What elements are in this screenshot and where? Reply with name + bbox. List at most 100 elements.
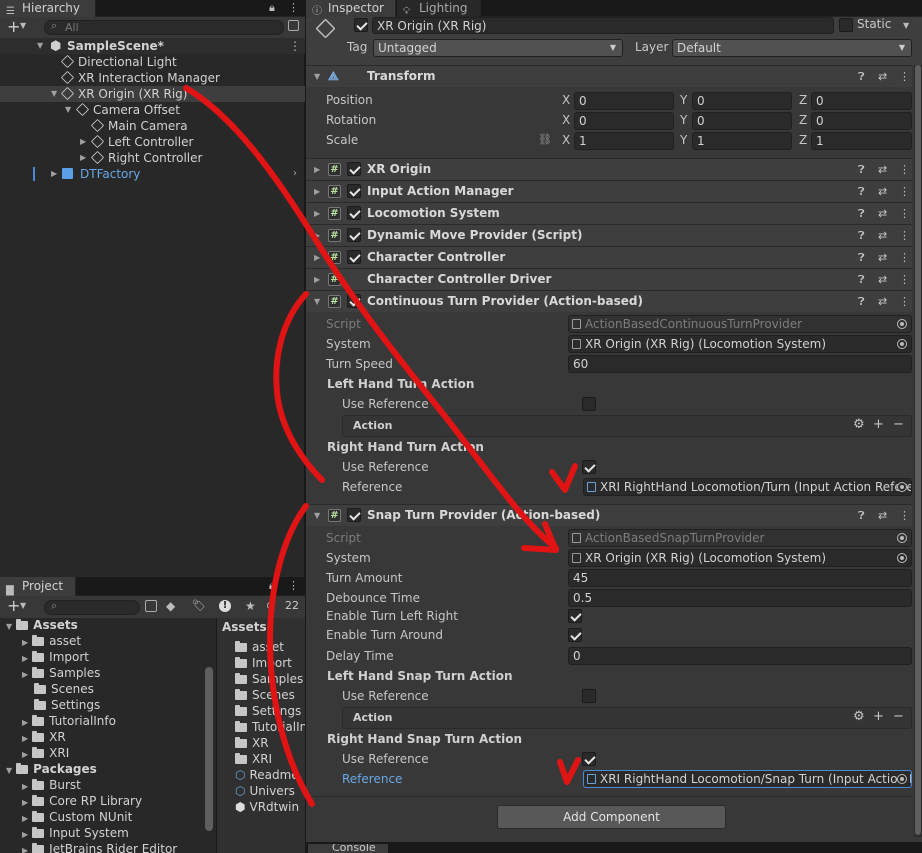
- layer-dropdown[interactable]: Default ▼: [672, 39, 912, 57]
- snap-left-use-reference-checkbox[interactable]: [582, 689, 596, 703]
- right-use-reference-checkbox[interactable]: [582, 460, 596, 474]
- static-checkbox[interactable]: [839, 18, 853, 32]
- fold-closed-icon[interactable]: ▶: [314, 247, 320, 268]
- component-menu-icon[interactable]: ⋮: [899, 247, 910, 268]
- component-menu-icon[interactable]: ⋮: [899, 66, 910, 87]
- tab-project[interactable]: ▇ Project: [0, 577, 76, 596]
- project-tree-item[interactable]: ▶ Core RP Library: [22, 793, 142, 809]
- help-icon[interactable]: ❓︎: [858, 291, 865, 312]
- gear-icon[interactable]: ⚙: [853, 417, 865, 432]
- scale-x-field[interactable]: 1: [574, 132, 674, 150]
- project-tree-item[interactable]: ▶ Burst: [22, 777, 81, 793]
- presets-icon[interactable]: ⇄: [878, 225, 887, 246]
- project-grid-item[interactable]: XR: [235, 735, 269, 751]
- rotation-y-field[interactable]: 0: [692, 112, 792, 130]
- transform-header[interactable]: ▼ ⟁ Transform ❓︎ ⇄ ⋮: [306, 65, 912, 87]
- project-tree-root[interactable]: ▼ Packages: [6, 761, 97, 777]
- rotation-z-field[interactable]: 0: [811, 112, 912, 130]
- snap-right-use-reference-checkbox[interactable]: [582, 752, 596, 766]
- help-icon[interactable]: ❓︎: [858, 247, 865, 268]
- position-x-field[interactable]: 0: [574, 92, 674, 110]
- project-tree-root[interactable]: ▼ Assets: [6, 617, 78, 633]
- tab-hierarchy[interactable]: ☰ Hierarchy: [0, 0, 96, 17]
- project-grid-item[interactable]: ⬡ Readme: [235, 767, 305, 783]
- type-filter-icon[interactable]: ◆: [166, 599, 175, 613]
- presets-icon[interactable]: ⇄: [878, 291, 887, 312]
- project-tree-item[interactable]: Scenes: [34, 681, 94, 697]
- help-icon[interactable]: ❓︎: [858, 66, 865, 87]
- position-y-field[interactable]: 0: [692, 92, 792, 110]
- tree-scrollbar[interactable]: [205, 667, 213, 831]
- label-filter-icon[interactable]: 🏷︎: [192, 599, 206, 612]
- hierarchy-item-selected[interactable]: ▼ XR Origin (XR Rig): [0, 86, 305, 102]
- fold-closed-icon[interactable]: ▶: [314, 203, 320, 224]
- chevron-down-icon[interactable]: ▼: [20, 21, 26, 30]
- presets-icon[interactable]: ⇄: [878, 269, 887, 290]
- project-grid-item[interactable]: Scenes: [235, 687, 295, 703]
- help-icon[interactable]: ❓︎: [858, 203, 865, 224]
- project-grid-item[interactable]: ⬢ VRdtwin: [235, 799, 299, 815]
- chevron-right-icon[interactable]: ›: [293, 166, 297, 182]
- help-icon[interactable]: ❓︎: [858, 181, 865, 202]
- hidden-packages-icon[interactable]: ⊘: [266, 599, 275, 612]
- hierarchy-item[interactable]: XR Interaction Manager: [60, 70, 220, 86]
- component-header-snap-turn-provider[interactable]: ▼ # Snap Turn Provider (Action-based) ❓︎ ⇄…: [306, 504, 912, 526]
- help-icon[interactable]: ❓︎: [858, 269, 865, 290]
- remove-binding-icon[interactable]: −: [893, 709, 904, 724]
- presets-icon[interactable]: ⇄: [878, 203, 887, 224]
- fold-closed-icon[interactable]: ▶: [80, 150, 86, 166]
- chevron-down-icon[interactable]: ▼: [20, 601, 26, 610]
- hierarchy-item[interactable]: Directional Light: [60, 54, 177, 70]
- project-grid-item[interactable]: TutorialIn: [235, 719, 305, 735]
- lock-icon[interactable]: 🔒︎: [269, 579, 275, 593]
- project-tree-item[interactable]: ▶ Input System: [22, 825, 129, 841]
- fold-open-icon[interactable]: ▼: [314, 291, 320, 312]
- add-component-button[interactable]: Add Component: [497, 805, 726, 829]
- project-tree-item[interactable]: ▶ XR: [22, 729, 66, 745]
- right-snap-turn-reference-field[interactable]: XRI RightHand Locomotion/Snap Turn (Inpu…: [583, 770, 912, 788]
- tag-dropdown[interactable]: Untagged ▼: [373, 39, 623, 57]
- fold-closed-icon[interactable]: ▶: [22, 782, 28, 791]
- project-search-input[interactable]: ⌕: [44, 599, 140, 615]
- component-header-continuous-turn-provider[interactable]: ▼ # Continuous Turn Provider (Action-base…: [306, 290, 912, 312]
- fold-open-icon[interactable]: ▼: [37, 38, 43, 54]
- warning-filter-icon[interactable]: !: [219, 600, 231, 612]
- tab-inspector[interactable]: ⓘ Inspector: [306, 0, 396, 17]
- component-enabled-checkbox[interactable]: [347, 184, 361, 198]
- inspector-scrollbar-thumb[interactable]: [915, 65, 921, 835]
- fold-closed-icon[interactable]: ▶: [314, 159, 320, 180]
- fold-open-icon[interactable]: ▼: [51, 86, 57, 102]
- component-menu-icon[interactable]: ⋮: [899, 225, 910, 246]
- project-grid-item[interactable]: XRI: [235, 751, 272, 767]
- add-icon[interactable]: +: [7, 596, 20, 615]
- left-use-reference-checkbox[interactable]: [582, 397, 596, 411]
- continuous-system-field[interactable]: XR Origin (XR Rig) (Locomotion System): [568, 335, 912, 353]
- project-tree-item[interactable]: ▶ Samples: [22, 665, 100, 681]
- lock-icon[interactable]: 🔒︎: [269, 1, 275, 15]
- object-picker-icon[interactable]: [897, 553, 907, 563]
- fold-closed-icon[interactable]: ▶: [22, 798, 28, 807]
- fold-closed-icon[interactable]: ▶: [22, 654, 28, 663]
- component-enabled-checkbox[interactable]: [347, 250, 361, 264]
- favorite-star-icon[interactable]: ★: [245, 599, 256, 613]
- object-picker-icon[interactable]: [897, 339, 907, 349]
- fold-closed-icon[interactable]: ▶: [80, 134, 86, 150]
- object-picker-icon[interactable]: [897, 774, 907, 784]
- enable-turn-around-checkbox[interactable]: [568, 628, 582, 642]
- project-tree-item[interactable]: ▶ Custom NUnit: [22, 809, 132, 825]
- remove-binding-icon[interactable]: −: [893, 417, 904, 432]
- add-binding-icon[interactable]: +: [873, 417, 884, 432]
- scale-z-field[interactable]: 1: [811, 132, 912, 150]
- project-tree-item[interactable]: Settings: [34, 697, 100, 713]
- fold-closed-icon[interactable]: ▶: [22, 814, 28, 823]
- fold-closed-icon[interactable]: ▶: [22, 750, 28, 759]
- component-menu-icon[interactable]: ⋮: [899, 269, 910, 290]
- project-tree-item[interactable]: ▶ Import: [22, 649, 89, 665]
- component-header-xr-origin[interactable]: ▶ # XR Origin ❓︎ ⇄ ⋮: [306, 158, 912, 180]
- gear-icon[interactable]: ⚙: [853, 709, 865, 724]
- fold-closed-icon[interactable]: ▶: [22, 638, 28, 647]
- fold-closed-icon[interactable]: ▶: [314, 269, 320, 290]
- component-enabled-checkbox[interactable]: [347, 294, 361, 308]
- component-enabled-checkbox[interactable]: [347, 206, 361, 220]
- component-header-character-controller[interactable]: ▶ # Character Controller ❓︎ ⇄ ⋮: [306, 246, 912, 268]
